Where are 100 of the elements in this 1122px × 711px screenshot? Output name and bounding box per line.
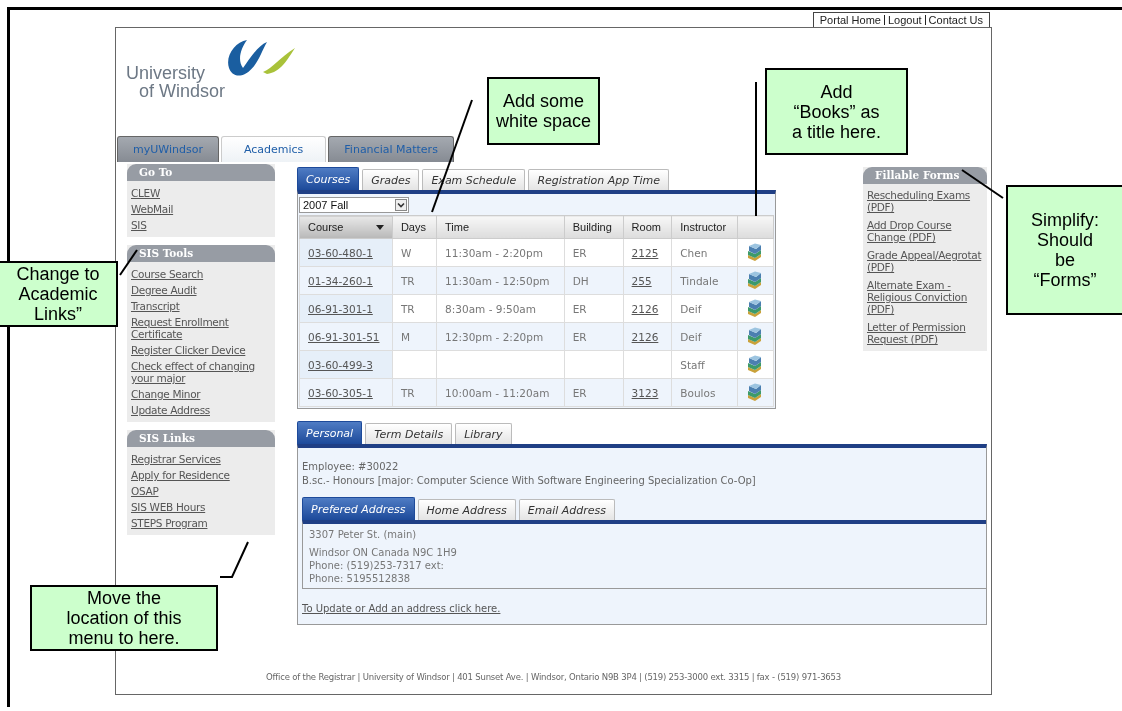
annotation-note: Simplify: Should be “Forms” — [1006, 185, 1122, 315]
annotation-note: Add some white space — [487, 77, 600, 145]
table-cell[interactable] — [737, 350, 774, 379]
table-cell: Tindale — [671, 266, 738, 295]
annotation-note: Add “Books” as a title here. — [765, 68, 908, 155]
tab[interactable]: Email Address — [518, 499, 616, 520]
term-dropdown[interactable]: 2007 Fall — [299, 197, 409, 213]
column-header[interactable]: Time — [436, 215, 565, 239]
table-cell: 10:00am - 11:20am — [436, 378, 565, 407]
table-cell[interactable] — [737, 294, 774, 323]
program-text: B.sc.- Honours [major: Computer Science With Software Engineering Specialization Co-Op] — [301, 474, 757, 488]
forms-heading: Fillable Forms — [863, 167, 987, 184]
table-cell: Deif — [671, 294, 738, 323]
sidebar-link[interactable]: WebMail — [131, 203, 269, 215]
footer-text: Office of the Registrar | University of Windsor | 401 Sunset Ave. | Windsor, Ontario N9B 3P4 | (519) 253-3000 ext. 3315 | fax - (519) 971-3653 — [265, 672, 842, 682]
portal-link[interactable]: Contact Us — [925, 14, 986, 26]
column-header-text[interactable]: Course — [308, 221, 344, 233]
sidebar-link[interactable]: SIS WEB Hours — [131, 501, 269, 513]
table-cell: 11:30am - 12:50pm — [436, 266, 565, 295]
table-cell: 8:30am - 9:50am — [436, 294, 565, 323]
table-cell[interactable]: 2125 — [623, 238, 672, 267]
books-icon — [746, 299, 764, 318]
table-cell: DH — [564, 266, 624, 295]
table-cell[interactable] — [737, 238, 774, 267]
nav-tab[interactable]: Academics — [220, 136, 327, 162]
column-header[interactable]: Instructor — [671, 215, 738, 239]
annotation-note: Change to Academic Links” — [0, 261, 118, 327]
sidebar-link[interactable]: Transcript — [131, 300, 269, 312]
annotation-note: Move the location of this menu to here. — [30, 585, 218, 651]
table-cell: ER — [564, 378, 624, 407]
tab[interactable]: Prefered Address — [302, 497, 415, 520]
portal-link[interactable]: Portal Home — [816, 14, 884, 26]
sidebar-link[interactable]: Registrar Services — [131, 453, 269, 465]
form-link[interactable]: Add Drop Course Change (PDF) — [867, 219, 983, 243]
table-cell: Chen — [671, 238, 738, 267]
form-link[interactable]: Letter of Permission Request (PDF) — [867, 321, 983, 345]
table-cell[interactable]: 03-60-305-1 — [299, 378, 393, 407]
leader-line — [219, 541, 249, 578]
portal-link[interactable]: Logout — [884, 14, 925, 26]
tab[interactable]: Term Details — [365, 423, 453, 444]
table-cell: Staff — [671, 350, 738, 379]
sidebar-heading: SIS Tools — [127, 245, 275, 262]
address-line: Phone: 5195512838 — [309, 573, 412, 584]
sidebar-heading: Go To — [127, 164, 275, 181]
table-cell — [564, 350, 624, 379]
table-cell[interactable]: 2126 — [623, 294, 672, 323]
table-cell: 12:30pm - 2:20pm — [436, 322, 565, 351]
employee-number: Employee: #30022 — [301, 460, 400, 474]
books-icon — [746, 327, 764, 346]
books-icon — [746, 355, 764, 374]
address-line: Phone: (519)253-7317 ext: — [309, 560, 445, 571]
sidebar-link[interactable]: STEPS Program — [131, 517, 269, 529]
address-line: 3307 Peter St. (main) — [309, 529, 418, 540]
sidebar-link[interactable]: Register Clicker Device — [131, 344, 269, 356]
tab[interactable]: Personal — [297, 421, 363, 444]
sidebar-link[interactable]: CLEW — [131, 187, 269, 199]
table-cell[interactable]: 06-91-301-1 — [299, 294, 393, 323]
sidebar-link[interactable]: OSAP — [131, 485, 269, 497]
form-link[interactable]: Alternate Exam - Religious Conviction (PDF) — [867, 279, 983, 315]
books-icon — [746, 271, 764, 290]
column-header[interactable]: Course — [299, 215, 393, 239]
sidebar-link[interactable]: Degree Audit — [131, 284, 269, 296]
form-link[interactable]: Rescheduling Exams (PDF) — [867, 189, 983, 213]
table-cell: ER — [564, 294, 624, 323]
chevron-down-icon — [395, 199, 407, 211]
table-cell[interactable]: 03-60-499-3 — [299, 350, 393, 379]
tab[interactable]: Library — [455, 423, 512, 444]
table-cell[interactable] — [623, 350, 672, 379]
sidebar-link[interactable]: SIS — [131, 219, 269, 231]
table-cell: Deif — [671, 322, 738, 351]
table-cell — [392, 350, 437, 379]
sidebar-link[interactable]: Apply for Residence — [131, 469, 269, 481]
sidebar-heading: SIS Links — [127, 430, 275, 447]
column-header[interactable]: Room — [623, 215, 672, 239]
sidebar-link[interactable]: Change Minor — [131, 388, 269, 400]
form-link[interactable]: Grade Appeal/Aegrotat (PDF) — [867, 249, 983, 273]
sort-down-icon — [375, 224, 384, 230]
sidebar-link[interactable]: Check effect of changing your major — [131, 360, 269, 384]
column-header[interactable]: Days — [392, 215, 437, 239]
sidebar-link[interactable]: Request Enrollment Certificate — [131, 316, 269, 340]
books-icon — [746, 243, 764, 262]
table-cell: ER — [564, 238, 624, 267]
books-icon — [746, 383, 764, 402]
table-cell: Boulos — [671, 378, 738, 407]
sidebar-link[interactable]: Course Search — [131, 268, 269, 280]
university-logo-text: University of Windsor — [126, 64, 226, 103]
column-header[interactable]: Building — [564, 215, 624, 239]
table-cell: ER — [564, 322, 624, 351]
table-cell[interactable]: 06-91-301-51 — [299, 322, 393, 351]
tab[interactable]: Courses — [297, 167, 360, 190]
table-cell[interactable]: 03-60-480-1 — [299, 238, 393, 267]
update-address-link[interactable]: To Update or Add an address click here. — [302, 603, 501, 614]
tab[interactable]: Grades — [362, 169, 420, 190]
sidebar-link[interactable]: Update Address — [131, 404, 269, 416]
table-cell[interactable]: 01-34-260-1 — [299, 266, 393, 295]
tab[interactable]: Home Address — [417, 499, 516, 520]
table-cell: TR — [392, 294, 437, 323]
tab[interactable]: Registration App Time — [528, 169, 669, 190]
address-line: Windsor ON Canada N9C 1H9 — [309, 547, 458, 558]
table-cell: 11:30am - 2:20pm — [436, 238, 565, 267]
